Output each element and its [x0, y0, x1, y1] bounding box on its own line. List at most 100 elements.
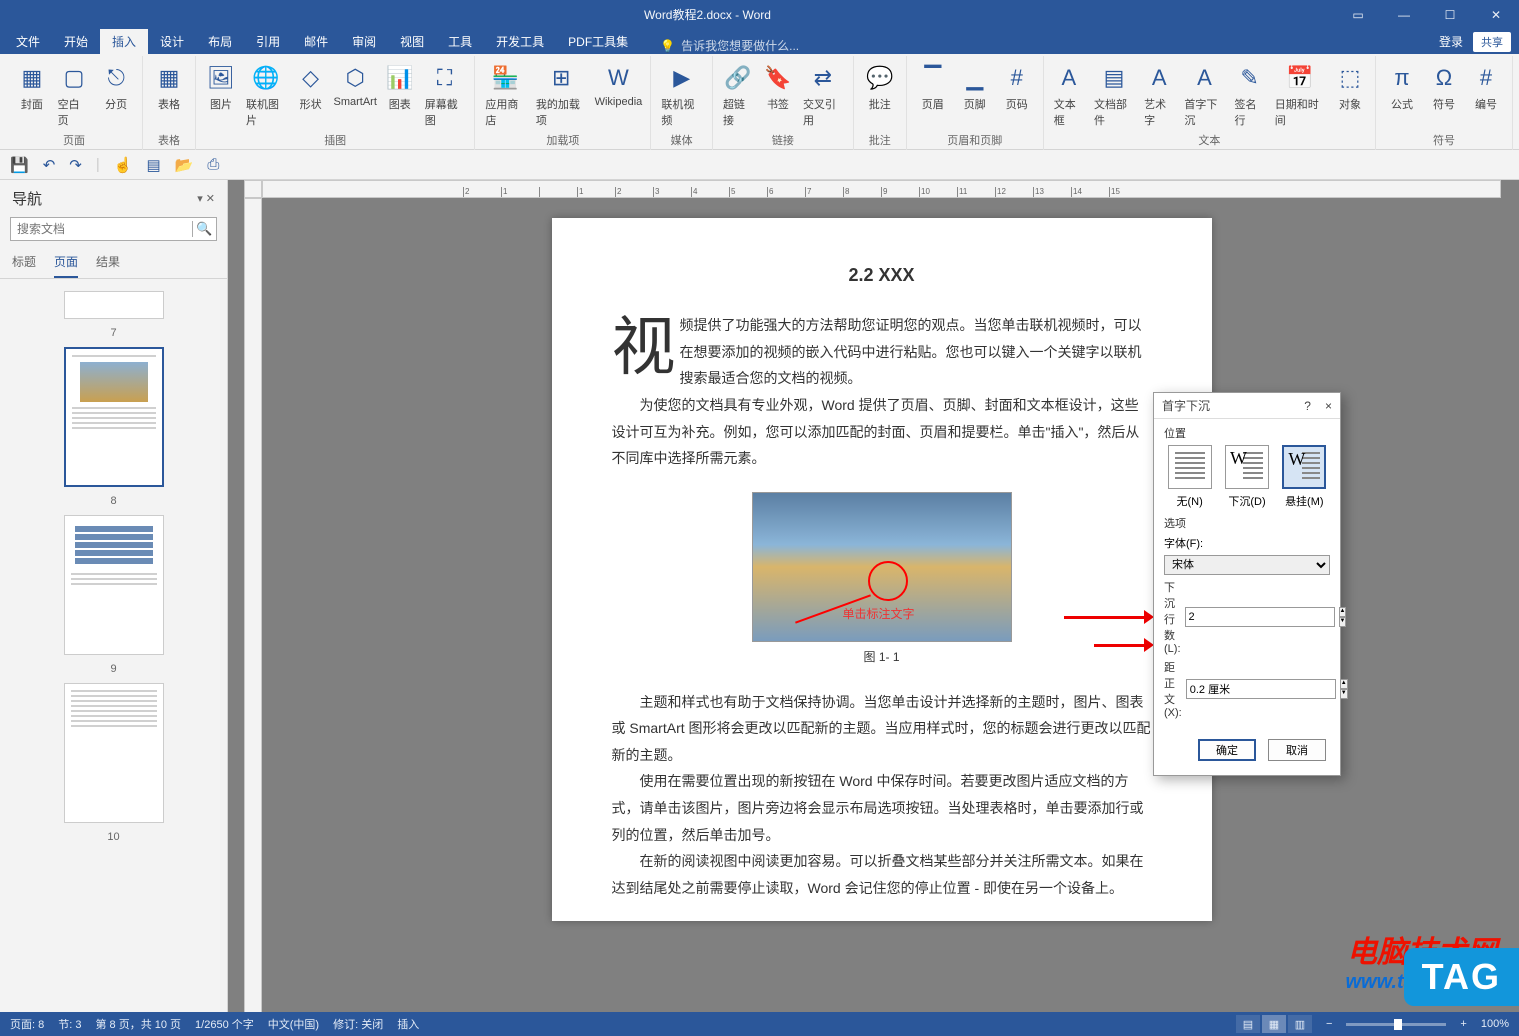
thumb-page-9[interactable]: [64, 515, 164, 655]
option-margin[interactable]: W悬挂(M): [1280, 445, 1328, 509]
公式-button[interactable]: π公式: [1382, 60, 1422, 114]
tab-视图[interactable]: 视图: [388, 29, 436, 54]
horizontal-ruler[interactable]: 21123456789101112131415: [262, 180, 1501, 198]
编号-button[interactable]: #编号: [1466, 60, 1506, 114]
tab-开发工具[interactable]: 开发工具: [484, 29, 556, 54]
redo-icon[interactable]: ↷: [69, 156, 82, 174]
distance-spinner[interactable]: ▲▼: [1340, 679, 1348, 699]
lines-input[interactable]: [1185, 607, 1335, 627]
图片-button[interactable]: 🖼图片: [202, 60, 240, 114]
nav-tab-页面[interactable]: 页面: [54, 253, 78, 278]
对象-button[interactable]: ⬚对象: [1331, 60, 1369, 114]
touch-mode-icon[interactable]: ☝: [114, 156, 133, 174]
help-icon[interactable]: ?: [1304, 399, 1311, 413]
lines-spinner[interactable]: ▲▼: [1339, 607, 1347, 627]
zoom-level[interactable]: 100%: [1481, 1018, 1509, 1030]
nav-search[interactable]: 🔍: [10, 217, 217, 241]
print-icon[interactable]: ⎙: [207, 156, 219, 173]
status-mode[interactable]: 插入: [397, 1016, 419, 1032]
批注-icon: 💬: [864, 62, 896, 94]
页脚-button[interactable]: ▁页脚: [955, 60, 995, 114]
文本框-button[interactable]: A文本框: [1050, 60, 1088, 130]
share-button[interactable]: 共享: [1473, 32, 1511, 52]
option-dropped[interactable]: W下沉(D): [1223, 445, 1271, 509]
ribbon-options-icon[interactable]: ▭: [1335, 0, 1381, 29]
分页-button[interactable]: ⎋分页: [96, 60, 136, 114]
thumb-page-8[interactable]: [64, 347, 164, 487]
figure-image[interactable]: 单击标注文字: [752, 492, 1012, 642]
minimize-icon[interactable]: —: [1381, 0, 1427, 29]
签名行-button[interactable]: ✎签名行: [1231, 60, 1269, 130]
tab-审阅[interactable]: 审阅: [340, 29, 388, 54]
tab-工具[interactable]: 工具: [436, 29, 484, 54]
new-icon[interactable]: ▤: [146, 156, 160, 174]
search-icon[interactable]: 🔍: [192, 221, 216, 237]
zoom-out-icon[interactable]: −: [1326, 1018, 1332, 1030]
联机图片-button[interactable]: 🌐联机图片: [242, 60, 290, 130]
status-words[interactable]: 1/2650 个字: [195, 1016, 254, 1032]
书签-button[interactable]: 🔖书签: [759, 60, 797, 114]
我的加载项-button[interactable]: ⊞我的加载项: [532, 60, 591, 130]
nav-tab-标题[interactable]: 标题: [12, 253, 36, 278]
Wikipedia-button[interactable]: WWikipedia: [593, 60, 645, 110]
图表-button[interactable]: 📊图表: [381, 60, 419, 114]
tab-插入[interactable]: 插入: [100, 29, 148, 54]
undo-icon[interactable]: ↶: [43, 156, 56, 174]
login-link[interactable]: 登录: [1439, 33, 1463, 50]
首字下沉-button[interactable]: A首字下沉: [1180, 60, 1228, 130]
font-select[interactable]: 宋体: [1164, 555, 1330, 575]
close-icon[interactable]: ✕: [1473, 0, 1519, 29]
read-mode-icon[interactable]: ▤: [1236, 1015, 1260, 1033]
nav-dropdown-icon[interactable]: ▾ ✕: [197, 192, 215, 205]
超链接-button[interactable]: 🔗超链接: [719, 60, 757, 130]
空白页-button[interactable]: ▢空白页: [54, 60, 95, 130]
交叉引用-button[interactable]: ⇄交叉引用: [799, 60, 847, 130]
日期和时间-button[interactable]: 📅日期和时间: [1271, 60, 1329, 130]
nav-tab-结果[interactable]: 结果: [96, 253, 120, 278]
批注-button[interactable]: 💬批注: [860, 60, 900, 114]
status-section[interactable]: 节: 3: [58, 1016, 81, 1032]
print-layout-icon[interactable]: ▦: [1262, 1015, 1286, 1033]
status-lang[interactable]: 中文(中国): [268, 1016, 319, 1032]
tab-布局[interactable]: 布局: [196, 29, 244, 54]
option-none[interactable]: 无(N): [1166, 445, 1214, 509]
tab-开始[interactable]: 开始: [52, 29, 100, 54]
zoom-in-icon[interactable]: +: [1460, 1018, 1466, 1030]
search-input[interactable]: [11, 222, 192, 236]
tab-设计[interactable]: 设计: [148, 29, 196, 54]
web-layout-icon[interactable]: ▥: [1288, 1015, 1312, 1033]
SmartArt-button[interactable]: ⬡SmartArt: [332, 60, 379, 110]
thumb-page-10[interactable]: [64, 683, 164, 823]
status-page[interactable]: 页面: 8: [10, 1016, 44, 1032]
cancel-button[interactable]: 取消: [1268, 739, 1326, 761]
ok-button[interactable]: 确定: [1198, 739, 1256, 761]
status-track[interactable]: 修订: 关闭: [333, 1016, 383, 1032]
封面-button[interactable]: ▦封面: [12, 60, 52, 114]
页眉-button[interactable]: ▔页眉: [913, 60, 953, 114]
document-page[interactable]: 2.2 XXX 视频提供了功能强大的方法帮助您证明您的观点。当您单击联机视频时，…: [552, 218, 1212, 921]
应用商店-button[interactable]: 🏪应用商店: [481, 60, 530, 130]
tab-文件[interactable]: 文件: [4, 29, 52, 54]
联机视频-button[interactable]: ▶联机视频: [657, 60, 706, 130]
tell-me[interactable]: 💡 告诉我您想要做什么...: [640, 37, 799, 54]
distance-input[interactable]: [1186, 679, 1336, 699]
表格-button[interactable]: ▦表格: [149, 60, 189, 114]
页码-button[interactable]: #页码: [997, 60, 1037, 114]
符号-button[interactable]: Ω符号: [1424, 60, 1464, 114]
vertical-ruler[interactable]: [244, 198, 262, 1036]
save-icon[interactable]: 💾: [10, 156, 29, 174]
dialog-close-icon[interactable]: ×: [1325, 399, 1332, 413]
status-page-of[interactable]: 第 8 页，共 10 页: [95, 1016, 181, 1032]
maximize-icon[interactable]: ☐: [1427, 0, 1473, 29]
tab-PDF工具集[interactable]: PDF工具集: [556, 29, 640, 54]
艺术字-button[interactable]: A艺术字: [1140, 60, 1178, 130]
thumb-label: 10: [107, 831, 119, 843]
thumb-page-7[interactable]: [64, 291, 164, 319]
屏幕截图-button[interactable]: ⛶屏幕截图: [421, 60, 469, 130]
open-icon[interactable]: 📂: [175, 156, 194, 174]
zoom-slider[interactable]: [1346, 1023, 1446, 1026]
文档部件-button[interactable]: ▤文档部件: [1090, 60, 1138, 130]
tab-引用[interactable]: 引用: [244, 29, 292, 54]
tab-邮件[interactable]: 邮件: [292, 29, 340, 54]
形状-button[interactable]: ◇形状: [292, 60, 330, 114]
